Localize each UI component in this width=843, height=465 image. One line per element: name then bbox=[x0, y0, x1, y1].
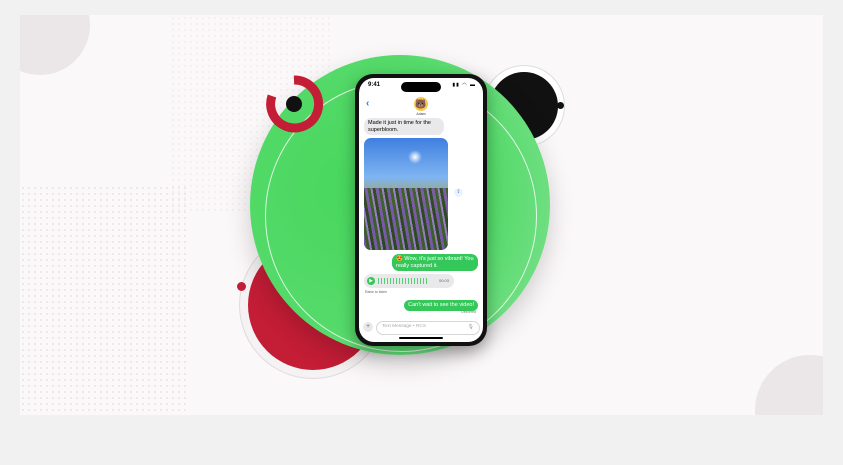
phone-mockup: 9:41 ▮▮ ◠ ▬ ‹ 🐻 Adam Made it just in tim… bbox=[355, 74, 487, 346]
status-icons: ▮▮ ◠ ▬ bbox=[452, 82, 476, 88]
decorative-dot bbox=[557, 102, 564, 109]
raise-to-listen-label: Raise to listen bbox=[365, 290, 387, 294]
incoming-message-bubble[interactable]: Made it just in time for the superbloom. bbox=[364, 118, 444, 135]
messages-screen: 9:41 ▮▮ ◠ ▬ ‹ 🐻 Adam Made it just in tim… bbox=[359, 78, 483, 342]
home-indicator bbox=[399, 337, 443, 339]
status-time: 9:41 bbox=[368, 82, 381, 88]
dynamic-island bbox=[401, 82, 441, 92]
decorative-circle bbox=[20, 15, 90, 75]
delivered-status: Delivered bbox=[461, 310, 476, 314]
decorative-circle bbox=[755, 355, 823, 415]
microphone-icon[interactable]: 🎙 bbox=[468, 324, 474, 330]
message-input-placeholder: Text Message • RCS bbox=[382, 324, 427, 329]
sun-flare bbox=[408, 150, 422, 164]
back-chevron-icon[interactable]: ‹ bbox=[366, 98, 369, 109]
plus-icon[interactable]: + bbox=[363, 322, 373, 332]
outgoing-message-bubble[interactable]: Can't wait to see the video! bbox=[404, 300, 478, 311]
outgoing-message-bubble[interactable]: 😍 Wow, it's just so vibrant! You really … bbox=[392, 254, 478, 271]
decorative-dot bbox=[237, 282, 246, 291]
contact-name[interactable]: Adam bbox=[359, 112, 483, 116]
contact-avatar[interactable]: 🐻 bbox=[414, 97, 428, 111]
share-icon[interactable]: ⇪ bbox=[454, 188, 463, 197]
audio-duration: 00:03 bbox=[438, 278, 449, 283]
audio-waveform bbox=[378, 278, 428, 284]
audio-message[interactable]: ▶ 00:03 bbox=[364, 274, 454, 288]
photo-attachment[interactable] bbox=[364, 138, 448, 250]
decorative-red-ring bbox=[266, 75, 324, 133]
dot-pattern bbox=[20, 185, 190, 415]
play-icon[interactable]: ▶ bbox=[367, 277, 375, 285]
lavender-field bbox=[364, 188, 448, 250]
message-input[interactable]: Text Message • RCS 🎙 bbox=[376, 321, 480, 335]
